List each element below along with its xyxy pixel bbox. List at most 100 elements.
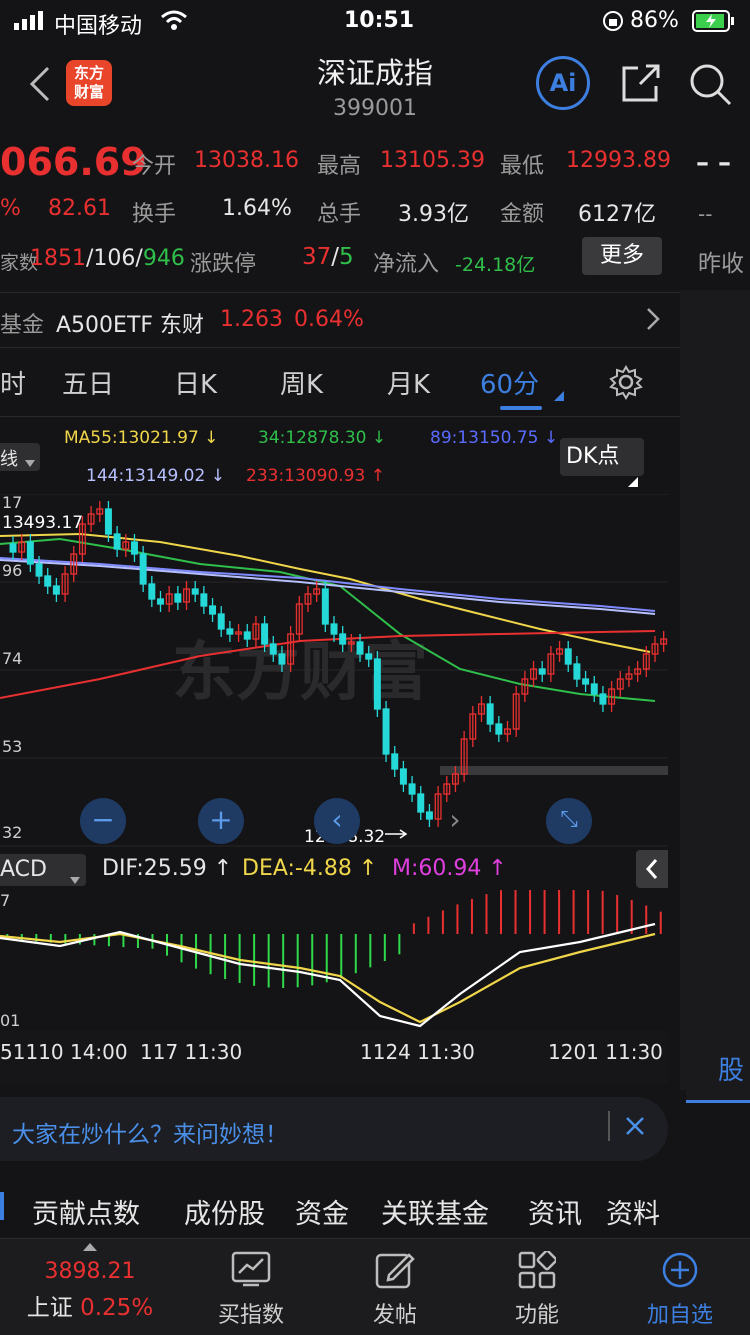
rotation-lock-icon [602,10,624,38]
candle-body [157,598,164,605]
macd-selector[interactable]: ACD [0,854,86,886]
divider [608,1111,610,1141]
nav-post[interactable]: 发帖 [350,1251,440,1329]
price-highlight-band [440,766,668,775]
candle-body [391,753,399,770]
ai-prompt-bar[interactable]: 大家在炒什么？来问妙想！ [0,1097,668,1161]
tab-timeshare[interactable]: 时 [0,364,26,401]
candle-body [104,508,112,535]
caret-down-icon [25,453,35,472]
dif-label: DIF:25.59 ↑ [102,856,233,881]
candle-body [35,563,43,577]
macd-chart[interactable]: 7 01 [0,890,668,1030]
candle-body [9,543,17,553]
tab-five-day[interactable]: 五日 [62,364,114,401]
tab-news[interactable]: 资讯 [528,1192,582,1231]
pan-left-button[interactable]: ‹ [314,798,360,844]
nav-buy-index[interactable]: 买指数 [205,1251,297,1329]
candle-body [174,593,182,603]
tab-profile[interactable]: 资料 [606,1192,660,1231]
candle-body [148,583,156,600]
active-tab-underline [500,406,542,410]
ai-assistant-button[interactable]: Ai [536,56,590,110]
bottom-nav: 3898.21 上证 0.25% 买指数 发帖 功能 加自选 [0,1238,750,1335]
battery-icon [692,9,736,39]
candle-body [408,783,416,795]
y-tick-label: 53 [2,737,22,756]
carrier-label: 中国移动 [54,14,143,39]
max-price-label: 13493.17 [2,513,83,533]
candle-body [52,585,60,595]
high-label: 最高 [317,154,362,179]
candle-body [130,541,138,555]
candle-body [599,693,607,705]
signal-icon [14,10,48,36]
ai-prompt-text[interactable]: 大家在炒什么？来问妙想！ [12,1115,288,1149]
y-tick-label: 32 [2,823,22,842]
related-fund-bar[interactable]: 基金 A500ETF 东财 1.263 0.64% [0,292,680,348]
low-label: 最低 [500,154,545,179]
close-icon[interactable] [624,1115,646,1141]
dk-point-button[interactable]: DK点 [560,438,644,487]
candle-body [373,658,381,710]
y-tick-label: 74 [2,649,22,668]
zoom-in-button[interactable]: + [198,798,244,844]
fund-name: A500ETF 东财 [56,313,205,338]
tab-60min[interactable]: 60分 [480,364,539,401]
tab-month-k[interactable]: 月K [387,364,430,401]
nav-add-watchlist[interactable]: 加自选 [630,1251,730,1329]
zoom-out-button[interactable]: − [80,798,126,844]
volume-label: 总手 [317,202,362,227]
tab-contribution[interactable]: 贡献点数 [32,1192,140,1231]
more-button[interactable]: 更多 [582,237,662,275]
candle-body [486,703,494,725]
tab-funds-flow[interactable]: 资金 [295,1192,349,1231]
amount-label: 金额 [500,202,545,227]
share-icon[interactable] [618,62,662,110]
clock: 10:51 [344,8,415,33]
ma144-label: 144:13149.02 ↓ [86,466,225,486]
indicator-selector[interactable]: 线 [0,443,40,471]
watermark: 东方财富 [172,636,428,710]
candlestick-chart[interactable]: 东方财富 1796745332 13493.17 12448.32 [0,494,668,850]
dea-label: DEA:-4.88 ↑ [242,856,378,881]
y-tick-label: 17 [2,494,22,512]
candle-body [564,648,572,665]
search-icon[interactable] [686,60,734,112]
limit-values: 37/5 [302,244,354,270]
candle-body [339,633,347,645]
candle-body [382,708,390,755]
candle-body [44,575,52,587]
change-pct: % [0,196,21,221]
side-dash: – – [696,148,732,178]
candle-body [278,653,286,665]
period-tabs: 时 五日 日K 周K 月K 60分 [0,350,680,417]
index-ticker[interactable]: 3898.21 上证 0.25% [20,1243,160,1322]
info-tabs: 贡献点数 成份股 资金 关联基金 资讯 资料 [0,1180,680,1240]
chart-icon [231,1251,271,1287]
limit-label: 涨跌停 [190,252,257,277]
tab-related-funds[interactable]: 关联基金 [381,1192,489,1231]
pan-right-button[interactable]: › [432,798,478,844]
prev-close-label: 昨收 [698,251,744,277]
tab-day-k[interactable]: 日K [174,364,217,401]
collapse-panel-button[interactable] [636,850,668,888]
battery-percent: 86% [630,8,679,33]
right-side-panel [680,290,750,1090]
tab-constituents[interactable]: 成份股 [184,1192,265,1231]
current-price: 066.69 [0,140,147,184]
tab-week-k[interactable]: 周K [280,364,323,401]
candle-body [26,541,34,565]
ma55-label: MA55:13021.97 ↓ [64,428,219,448]
side-tab-stock[interactable]: 股 [686,1032,750,1103]
caret-down-icon [70,866,80,891]
candle-body [417,793,425,813]
settings-gear-icon[interactable] [608,364,644,404]
candle-body [269,643,277,655]
inflow-value: -24.18亿 [455,254,536,276]
macd-bottom-tick: 01 [0,1011,20,1030]
fullscreen-button[interactable]: ⤡ [546,798,592,844]
edit-icon [375,1253,415,1289]
turnover-value: 1.64% [222,196,292,221]
nav-functions[interactable]: 功能 [492,1251,582,1329]
